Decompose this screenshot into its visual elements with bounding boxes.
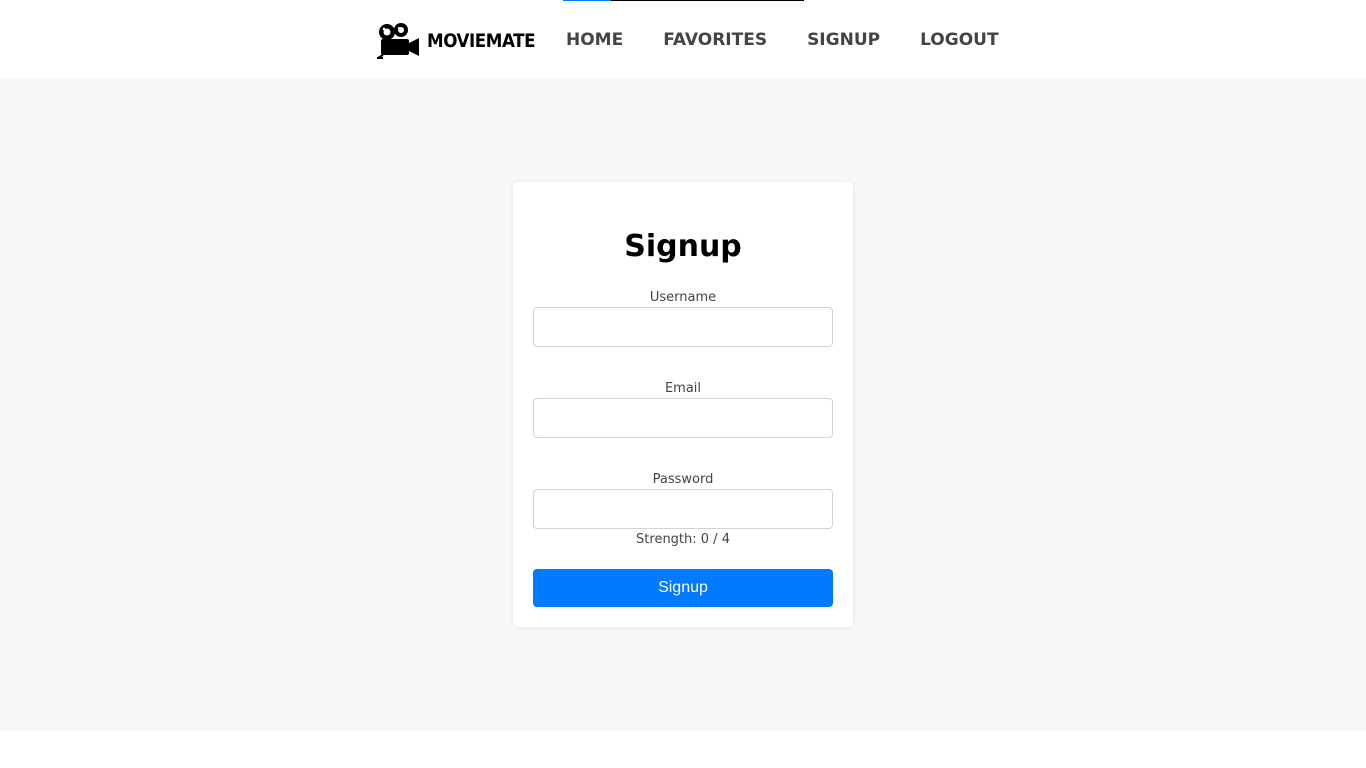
password-strength-text: Strength: 0 / 4 bbox=[636, 532, 730, 547]
film-camera-icon bbox=[377, 22, 421, 60]
nav-link-favorites[interactable]: FAVORITES bbox=[663, 29, 767, 51]
password-input[interactable] bbox=[533, 489, 833, 529]
username-input[interactable] bbox=[533, 307, 833, 347]
signup-card: Signup Username Email Password Strength:… bbox=[513, 182, 853, 627]
navbar: MOVIEMATE HOME FAVORITES SIGNUP LOGOUT bbox=[0, 0, 1366, 78]
brand-logo[interactable]: MOVIEMATE bbox=[377, 22, 550, 60]
password-label: Password bbox=[652, 472, 714, 487]
username-label: Username bbox=[649, 290, 717, 305]
nav-link-signup[interactable]: SIGNUP bbox=[807, 29, 880, 51]
nav-active-indicator-highlight bbox=[563, 0, 611, 1]
email-label: Email bbox=[664, 381, 702, 396]
main-content: Signup Username Email Password Strength:… bbox=[0, 78, 1366, 731]
page-title: Signup bbox=[624, 229, 742, 264]
signup-button[interactable]: Signup bbox=[533, 569, 833, 607]
nav-active-indicator bbox=[563, 0, 804, 1]
main-navigation: HOME FAVORITES SIGNUP LOGOUT bbox=[566, 29, 1039, 51]
nav-link-logout[interactable]: LOGOUT bbox=[920, 29, 998, 51]
brand-name: MOVIEMATE bbox=[427, 30, 536, 52]
email-input[interactable] bbox=[533, 398, 833, 438]
nav-link-home[interactable]: HOME bbox=[566, 29, 623, 51]
